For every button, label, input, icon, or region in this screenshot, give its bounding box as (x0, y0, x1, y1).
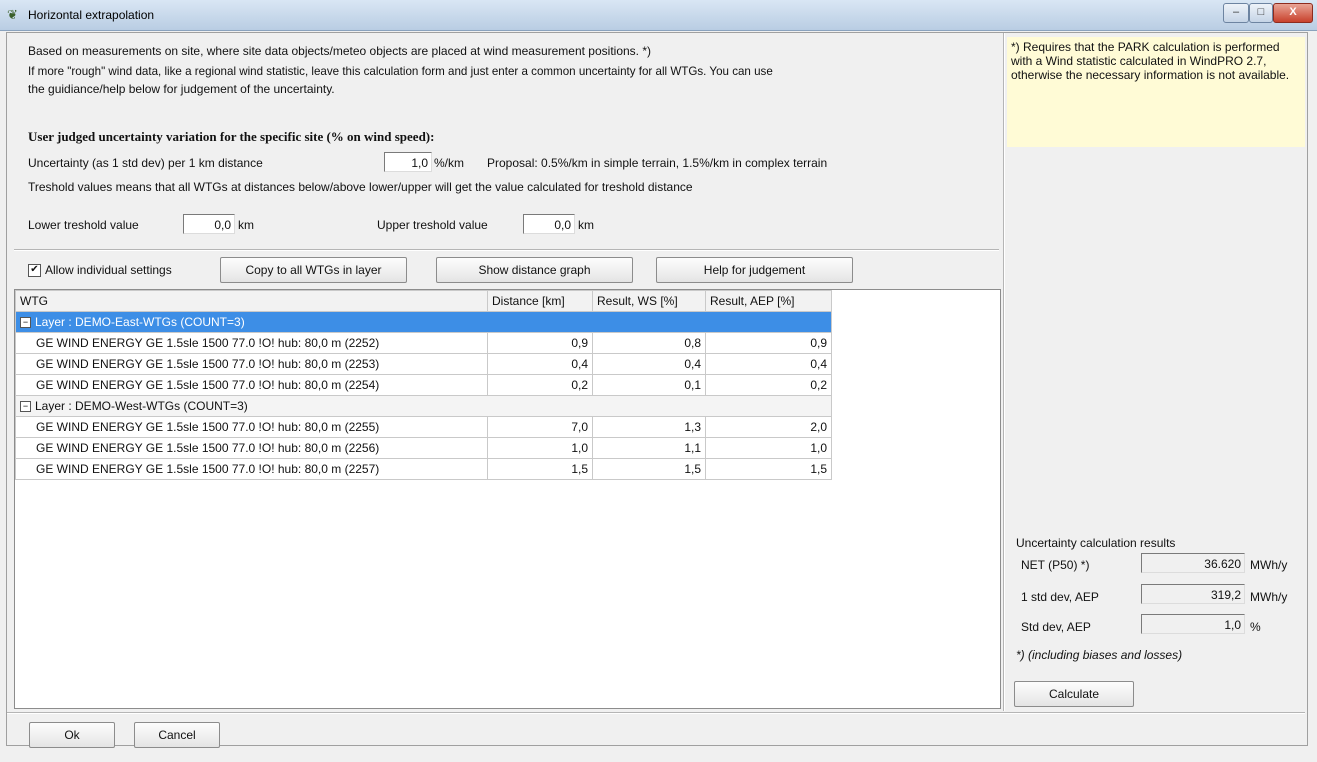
aep-cell: 0,9 (705, 332, 832, 354)
ws-cell: 0,8 (592, 332, 706, 354)
table-row[interactable]: GE WIND ENERGY GE 1.5sle 1500 77.0 !O! h… (15, 374, 832, 396)
wtg-cell: GE WIND ENERGY GE 1.5sle 1500 77.0 !O! h… (15, 458, 488, 480)
layer-label: Layer : DEMO-East-WTGs (COUNT=3) (35, 315, 245, 329)
show-distance-graph-button[interactable]: Show distance graph (436, 257, 633, 283)
minimize-button[interactable]: – (1223, 3, 1249, 23)
aep-cell: 0,2 (705, 374, 832, 396)
std-aep-unit: MWh/y (1250, 590, 1288, 604)
maximize-button[interactable]: □ (1249, 3, 1273, 23)
upper-threshold-unit: km (578, 218, 594, 232)
close-button[interactable]: X (1273, 3, 1313, 23)
divider (14, 249, 999, 251)
table-row[interactable]: GE WIND ENERGY GE 1.5sle 1500 77.0 !O! h… (15, 353, 832, 375)
table-row[interactable]: GE WIND ENERGY GE 1.5sle 1500 77.0 !O! h… (15, 458, 832, 480)
title-bar: ❦ Horizontal extrapolation – □ X (0, 0, 1317, 31)
wtg-cell: GE WIND ENERGY GE 1.5sle 1500 77.0 !O! h… (15, 353, 488, 375)
table-row[interactable]: GE WIND ENERGY GE 1.5sle 1500 77.0 !O! h… (15, 332, 832, 354)
net-unit: MWh/y (1250, 558, 1288, 572)
std-pct-label: Std dev, AEP (1021, 620, 1091, 634)
upper-threshold-label: Upper treshold value (377, 218, 488, 232)
per-km-label: Uncertainty (as 1 std dev) per 1 km dist… (28, 156, 263, 170)
col-distance-header[interactable]: Distance [km] (487, 290, 593, 312)
wtg-grid[interactable]: WTG Distance [km] Result, WS [%] Result,… (14, 289, 1001, 709)
intro-line-1: Based on measurements on site, where sit… (28, 44, 651, 58)
allow-individual-checkbox[interactable]: ✔ Allow individual settings (28, 263, 172, 278)
net-label: NET (P50) *) (1021, 558, 1090, 572)
layer-row[interactable]: − Layer : DEMO-West-WTGs (COUNT=3) (15, 395, 832, 417)
proposal-text: Proposal: 0.5%/km in simple terrain, 1.5… (487, 156, 828, 170)
collapse-icon[interactable]: − (20, 401, 31, 413)
distance-cell[interactable]: 1,5 (487, 458, 593, 480)
lower-threshold-unit: km (238, 218, 254, 232)
cancel-button[interactable]: Cancel (134, 722, 220, 748)
aep-cell: 1,0 (705, 437, 832, 459)
std-aep-value: 319,2 (1141, 584, 1245, 604)
aep-cell: 0,4 (705, 353, 832, 375)
aep-cell: 2,0 (705, 416, 832, 438)
window-title: Horizontal extrapolation (28, 8, 155, 22)
calculate-button[interactable]: Calculate (1014, 681, 1134, 707)
allow-individual-label: Allow individual settings (45, 263, 172, 277)
ws-cell: 1,5 (592, 458, 706, 480)
results-title: Uncertainty calculation results (1016, 536, 1176, 550)
wtg-cell: GE WIND ENERGY GE 1.5sle 1500 77.0 !O! h… (15, 416, 488, 438)
footer-divider (7, 712, 1305, 714)
ws-cell: 1,3 (592, 416, 706, 438)
layer-row[interactable]: − Layer : DEMO-East-WTGs (COUNT=3) (15, 311, 832, 333)
intro-line-3: the guidiance/help below for judgement o… (28, 82, 335, 96)
requirement-note: *) Requires that the PARK calculation is… (1007, 37, 1305, 147)
aep-cell: 1,5 (705, 458, 832, 480)
wtg-cell: GE WIND ENERGY GE 1.5sle 1500 77.0 !O! h… (15, 374, 488, 396)
col-wtg-header[interactable]: WTG (15, 290, 488, 312)
results-footnote: *) (including biases and losses) (1016, 648, 1183, 662)
table-row[interactable]: GE WIND ENERGY GE 1.5sle 1500 77.0 !O! h… (15, 416, 832, 438)
ws-cell: 0,4 (592, 353, 706, 375)
std-pct-unit: % (1250, 620, 1261, 634)
wtg-cell: GE WIND ENERGY GE 1.5sle 1500 77.0 !O! h… (15, 437, 488, 459)
upper-threshold-input[interactable]: 0,0 (523, 214, 575, 234)
ok-button[interactable]: Ok (29, 722, 115, 748)
table-header-row: WTG Distance [km] Result, WS [%] Result,… (15, 290, 832, 312)
check-icon: ✔ (28, 264, 41, 278)
col-ws-header[interactable]: Result, WS [%] (592, 290, 706, 312)
std-pct-value: 1,0 (1141, 614, 1245, 634)
net-value: 36.620 (1141, 553, 1245, 573)
ws-cell: 0,1 (592, 374, 706, 396)
distance-cell[interactable]: 0,4 (487, 353, 593, 375)
distance-cell[interactable]: 1,0 (487, 437, 593, 459)
help-for-judgement-button[interactable]: Help for judgement (656, 257, 853, 283)
uncertainty-heading: User judged uncertainty variation for th… (28, 129, 435, 144)
ws-cell: 1,1 (592, 437, 706, 459)
collapse-icon[interactable]: − (20, 317, 31, 329)
per-km-unit: %/km (434, 156, 464, 170)
distance-cell[interactable]: 0,9 (487, 332, 593, 354)
layer-label: Layer : DEMO-West-WTGs (COUNT=3) (35, 399, 248, 413)
col-aep-header[interactable]: Result, AEP [%] (705, 290, 832, 312)
vertical-divider (1003, 33, 1005, 711)
lower-threshold-label: Lower treshold value (28, 218, 139, 232)
distance-cell[interactable]: 0,2 (487, 374, 593, 396)
app-icon: ❦ (7, 7, 18, 22)
copy-to-all-button[interactable]: Copy to all WTGs in layer (220, 257, 407, 283)
threshold-note: Treshold values means that all WTGs at d… (28, 180, 693, 194)
lower-threshold-input[interactable]: 0,0 (183, 214, 235, 234)
table-row[interactable]: GE WIND ENERGY GE 1.5sle 1500 77.0 !O! h… (15, 437, 832, 459)
std-aep-label: 1 std dev, AEP (1021, 590, 1099, 604)
distance-cell[interactable]: 7,0 (487, 416, 593, 438)
wtg-cell: GE WIND ENERGY GE 1.5sle 1500 77.0 !O! h… (15, 332, 488, 354)
per-km-input[interactable]: 1,0 (384, 152, 432, 172)
intro-line-2: If more "rough" wind data, like a region… (28, 65, 773, 78)
